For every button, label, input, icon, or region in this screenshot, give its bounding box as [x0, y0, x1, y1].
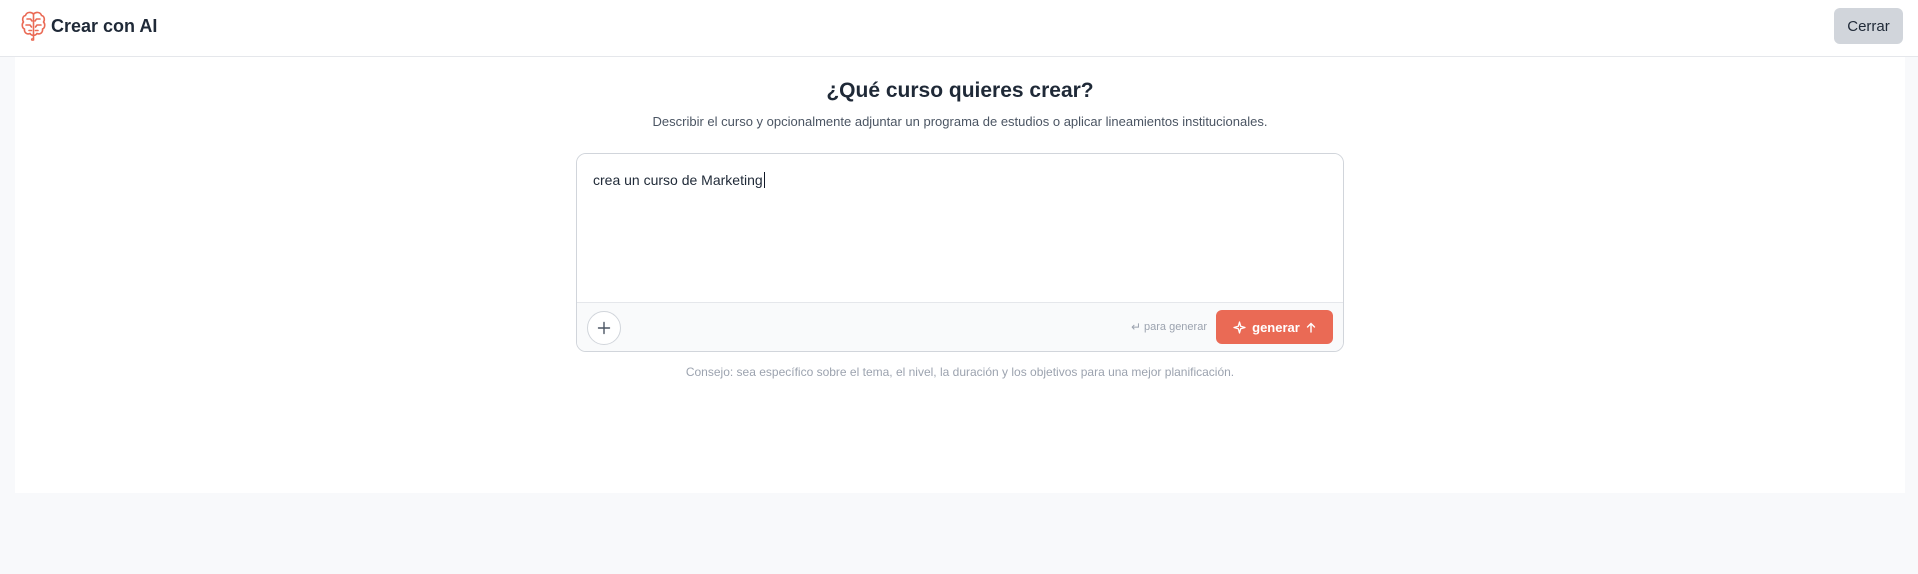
generate-label: generar — [1252, 319, 1300, 335]
sparkle-icon — [1233, 320, 1246, 334]
text-cursor — [763, 172, 765, 188]
brand: Crear con AI — [20, 10, 157, 42]
arrow-up-icon — [1306, 322, 1316, 333]
close-button[interactable]: Cerrar — [1834, 8, 1903, 44]
page-subtitle: Describir el curso y opcionalmente adjun… — [652, 114, 1268, 129]
prompt-composer: crea un curso de Marketing ↵ para genera… — [576, 153, 1344, 352]
return-icon: ↵ — [1130, 320, 1141, 334]
composer-footer: ↵ para generar generar — [577, 302, 1343, 351]
plus-icon — [597, 321, 611, 335]
main-panel: ¿Qué curso quieres crear? Describir el c… — [15, 57, 1905, 493]
prompt-input[interactable]: crea un curso de Marketing — [577, 154, 1343, 302]
hint-text: para generar — [1144, 321, 1207, 333]
tip-text: Consejo: sea específico sobre el tema, e… — [685, 365, 1235, 379]
brain-icon — [21, 11, 46, 41]
app-title: Crear con AI — [51, 15, 158, 36]
top-bar: Crear con AI Cerrar — [0, 0, 1918, 57]
enter-hint: ↵ para generar — [1131, 320, 1207, 334]
prompt-text: crea un curso de Marketing — [593, 172, 763, 188]
generate-button[interactable]: generar — [1216, 310, 1333, 344]
attach-button[interactable] — [587, 311, 621, 345]
page-title: ¿Qué curso quieres crear? — [826, 79, 1094, 102]
